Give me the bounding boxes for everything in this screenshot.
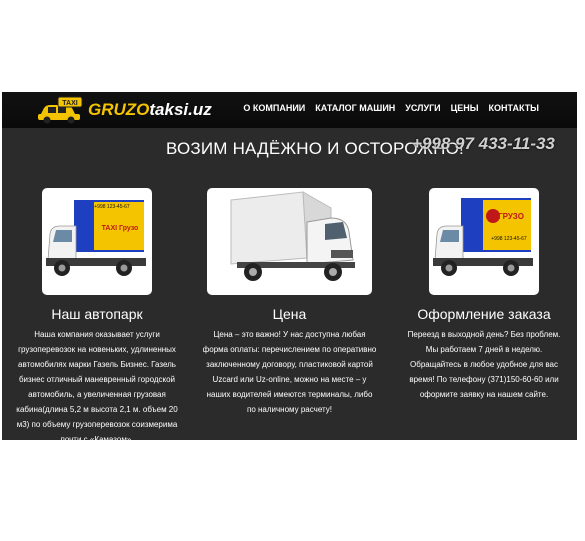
hero-phone[interactable]: +998 97 433-11-33 bbox=[412, 134, 555, 154]
website-viewport: TAXI GRUZOtaksi.uz О КОМПАНИИ КАТАЛОГ МА… bbox=[2, 92, 577, 440]
brand-name: GRUZOtaksi.uz bbox=[88, 100, 212, 120]
truck-phone-text: +998 123-45-67 bbox=[491, 236, 527, 242]
hero-banner: ВОЗИМ НАДЁЖНО И ОСТОРОЖНО! +998 97 433-1… bbox=[2, 134, 577, 162]
yellow-truck-image: ГРУЗО +998 123-45-67 bbox=[433, 198, 533, 276]
site-logo[interactable]: TAXI GRUZOtaksi.uz bbox=[36, 96, 212, 124]
nav-item-contacts[interactable]: КОНТАКТЫ bbox=[489, 103, 539, 113]
nav-item-catalog[interactable]: КАТАЛОГ МАШИН bbox=[315, 103, 395, 113]
nav-item-prices[interactable]: ЦЕНЫ bbox=[451, 103, 479, 113]
taxi-badge-text: TAXI bbox=[62, 100, 77, 107]
white-truck-image bbox=[230, 191, 355, 281]
truck-label-text: ГРУЗО bbox=[498, 212, 524, 221]
card-title: Оформление заказа bbox=[417, 306, 551, 322]
nav-item-services[interactable]: УСЛУГИ bbox=[405, 103, 440, 113]
truck-label-text: TAXI Грузо bbox=[102, 225, 139, 232]
card-body: Переезд в выходной день? Без проблем. Мы… bbox=[407, 330, 561, 399]
top-navigation-bar: TAXI GRUZOtaksi.uz О КОМПАНИИ КАТАЛОГ МА… bbox=[2, 92, 577, 128]
taxi-car-icon: TAXI bbox=[38, 96, 83, 124]
card-title: Цена bbox=[272, 306, 307, 322]
truck-photo bbox=[207, 188, 372, 295]
truck-photo: ГРУЗО +998 123-45-67 bbox=[429, 188, 539, 295]
card-body: Наша компания оказывает услуги грузопере… bbox=[16, 330, 178, 440]
brand-name-part2: taksi.uz bbox=[149, 100, 212, 119]
truck-photo: TAXI Грузо +998 123-45-67 bbox=[42, 188, 152, 295]
main-nav: О КОМПАНИИ КАТАЛОГ МАШИН УСЛУГИ ЦЕНЫ КОН… bbox=[243, 103, 539, 113]
brand-name-part1: GRUZO bbox=[88, 100, 150, 119]
truck-phone-text: +998 123-45-67 bbox=[94, 204, 130, 210]
yellow-truck-image: TAXI Грузо +998 123-45-67 bbox=[46, 200, 146, 276]
card-body: Цена – это важно! У нас доступна любая ф… bbox=[202, 330, 377, 414]
nav-item-about[interactable]: О КОМПАНИИ bbox=[243, 103, 305, 113]
card-title: Наш автопарк bbox=[51, 306, 143, 322]
